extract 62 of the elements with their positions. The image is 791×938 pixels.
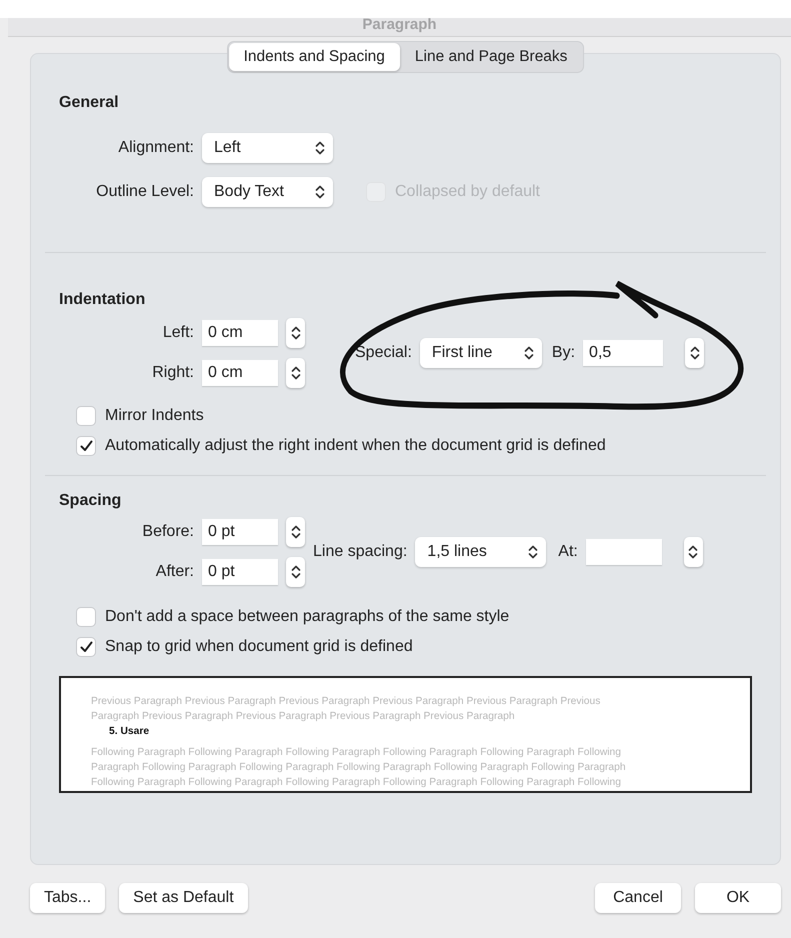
tab[interactable]: Line and Page Breaks bbox=[400, 43, 582, 71]
up-down-arrows-icon bbox=[290, 325, 300, 341]
up-down-arrows-icon bbox=[688, 544, 698, 560]
checkbox[interactable] bbox=[77, 608, 95, 626]
section-heading: Spacing bbox=[59, 492, 122, 510]
field-label: Before: bbox=[141, 523, 194, 541]
dialog-button[interactable]: OK bbox=[695, 883, 781, 913]
dropdown[interactable]: First line bbox=[420, 338, 542, 368]
up-down-chevron-icon bbox=[315, 184, 325, 200]
dialog-button[interactable]: Tabs... bbox=[30, 883, 106, 913]
window-title: Paragraph bbox=[362, 18, 437, 32]
input-field[interactable]: 0 cm bbox=[202, 320, 278, 346]
checkbox-label: Automatically adjust the right indent when the document grid is defined bbox=[105, 437, 606, 455]
stepper-button[interactable] bbox=[286, 517, 305, 547]
field-label: Special: bbox=[355, 344, 412, 362]
up-down-chevron-icon bbox=[528, 544, 538, 560]
field-label: Right: bbox=[151, 364, 194, 382]
dropdown[interactable]: 1,5 lines bbox=[415, 537, 546, 567]
preview-text: Paragraph Previous Paragraph Previous Paragraph Previous Paragraph Previous Paragraph bbox=[91, 710, 516, 724]
input-field[interactable]: 0 cm bbox=[202, 360, 278, 386]
field-label: At: bbox=[558, 543, 578, 561]
stepper-button[interactable] bbox=[286, 358, 305, 388]
checkbox-label: Don't add a space between paragraphs of the same style bbox=[105, 608, 510, 626]
preview-text: Previous Paragraph Previous Paragraph Previous Paragraph Previous Paragraph Previous Paragraph Previous bbox=[91, 695, 602, 709]
section-heading: Indentation bbox=[59, 291, 146, 309]
field-label: By: bbox=[552, 344, 576, 362]
preview-current-paragraph: 5. Usare bbox=[108, 725, 150, 739]
field-label: Left: bbox=[162, 324, 194, 342]
checkmark-icon bbox=[80, 641, 92, 653]
field-label: After: bbox=[154, 563, 194, 581]
dialog-button[interactable]: Cancel bbox=[595, 883, 681, 913]
checkbox[interactable] bbox=[77, 437, 95, 455]
preview-text: Following Paragraph Following Paragraph Following Paragraph Following Paragraph Following Paragraph Following bbox=[91, 746, 622, 760]
input-field[interactable]: 0 pt bbox=[202, 519, 278, 545]
preview-text: Following Paragraph Following Paragraph Following Paragraph Following Paragraph Following Paragraph Following bbox=[91, 776, 622, 790]
preview-text: Paragraph Following Paragraph Following Paragraph Following Paragraph Following Paragraph Following Paragraph bbox=[91, 761, 627, 775]
input-field[interactable] bbox=[586, 539, 662, 565]
field-label: Line spacing: bbox=[313, 543, 408, 561]
field-label: Outline Level: bbox=[95, 183, 194, 201]
section-heading: General bbox=[59, 94, 120, 112]
input-field[interactable]: 0,5 bbox=[583, 340, 664, 366]
up-down-chevron-icon bbox=[315, 140, 325, 156]
up-down-chevron-icon bbox=[524, 345, 534, 361]
stepper-button[interactable] bbox=[685, 338, 704, 368]
up-down-arrows-icon bbox=[690, 345, 700, 361]
input-field[interactable]: 0 pt bbox=[202, 559, 278, 585]
stepper-button[interactable] bbox=[684, 537, 703, 567]
dropdown[interactable]: Body Text bbox=[202, 177, 333, 207]
dropdown[interactable]: Left bbox=[202, 133, 333, 163]
checkbox[interactable] bbox=[77, 638, 95, 656]
dialog-button[interactable]: Set as Default bbox=[119, 883, 248, 913]
checkmark-icon bbox=[80, 440, 92, 452]
up-down-arrows-icon bbox=[290, 365, 300, 381]
stepper-button[interactable] bbox=[286, 318, 305, 348]
up-down-arrows-icon bbox=[290, 524, 300, 540]
checkbox-label: Mirror Indents bbox=[105, 407, 204, 425]
tab[interactable]: Indents and Spacing bbox=[228, 43, 400, 71]
checkbox-label: Snap to grid when document grid is defined bbox=[105, 638, 413, 656]
checkbox[interactable] bbox=[77, 407, 95, 425]
up-down-arrows-icon bbox=[290, 564, 300, 580]
field-label: Alignment: bbox=[117, 139, 194, 157]
stepper-button[interactable] bbox=[286, 557, 305, 587]
